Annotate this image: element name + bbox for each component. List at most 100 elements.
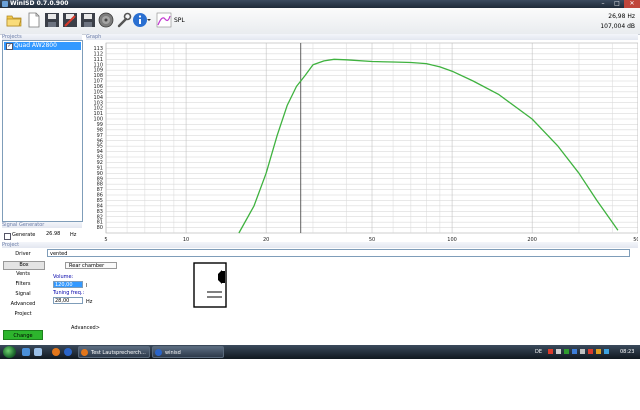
box-diagram xyxy=(193,262,227,308)
start-button[interactable] xyxy=(3,346,16,358)
projects-list: ✓ Quad AW2800 xyxy=(2,40,83,222)
y-tick-label: 107 xyxy=(93,79,103,85)
y-tick-label: 108 xyxy=(93,73,103,79)
signal-generator-header: Signal Generator xyxy=(2,222,82,228)
firefox-icon[interactable] xyxy=(52,348,60,356)
switch-windows-icon[interactable] xyxy=(34,348,42,356)
generate-checkbox[interactable] xyxy=(4,233,11,240)
y-tick-label: 83 xyxy=(97,209,103,215)
nav-signal[interactable]: Signal xyxy=(3,290,43,299)
close-button[interactable]: ✕ xyxy=(624,0,640,8)
y-tick-label: 105 xyxy=(93,89,103,95)
rear-chamber-tab[interactable]: Rear chamber xyxy=(65,262,117,269)
title-bar: WinISD 0.7.0.900 – □ ✕ xyxy=(0,0,640,8)
y-tick-label: 95 xyxy=(97,144,103,150)
save-as-icon[interactable] xyxy=(80,12,96,28)
winisd-icon xyxy=(155,349,162,356)
task-label: Test Lautsprecherch... xyxy=(91,350,146,356)
security-shield-icon[interactable] xyxy=(588,349,593,354)
y-tick-label: 89 xyxy=(97,176,103,182)
volume-unit: l xyxy=(86,283,88,289)
nav-advanced[interactable]: Advanced xyxy=(3,300,43,309)
tray-icon[interactable] xyxy=(596,349,601,354)
volume-icon[interactable] xyxy=(580,349,585,354)
project-item[interactable]: ✓ Quad AW2800 xyxy=(4,42,81,50)
clock: 08:23 xyxy=(620,349,635,355)
tuning-label: Tuning freq.: xyxy=(53,290,85,296)
y-tick-label: 104 xyxy=(93,95,103,101)
toolbar: SPL 26,98 Hz 107,004 dB xyxy=(0,8,640,35)
wrench-icon[interactable] xyxy=(116,12,132,28)
volume-label: Volume: xyxy=(53,274,74,280)
winisd-quicklaunch-icon[interactable] xyxy=(64,348,72,356)
task-winisd[interactable]: winisd xyxy=(152,346,224,358)
chevron-down-icon[interactable] xyxy=(146,12,152,28)
y-tick-label: 94 xyxy=(97,149,103,155)
project-name: Quad AW2800 xyxy=(14,42,57,49)
folder-open-icon[interactable] xyxy=(6,12,22,28)
tray-icon[interactable] xyxy=(564,349,569,354)
maximize-button[interactable]: □ xyxy=(610,0,624,8)
y-tick-label: 98 xyxy=(97,127,103,133)
y-tick-label: 110 xyxy=(93,62,103,68)
y-tick-label: 80 xyxy=(97,225,103,231)
y-tick-label: 102 xyxy=(93,106,103,112)
generate-label: Generate xyxy=(12,232,36,238)
network-icon[interactable] xyxy=(572,349,577,354)
y-tick-label: 97 xyxy=(97,133,103,139)
tray-icon[interactable] xyxy=(556,349,561,354)
y-tick-label: 92 xyxy=(97,160,103,166)
taskbar: Test Lautsprecherch... winisd DE 08:23 xyxy=(0,345,640,359)
nav-driver[interactable]: Driver xyxy=(3,250,43,259)
save-icon[interactable] xyxy=(44,12,60,28)
y-tick-label: 90 xyxy=(97,171,103,177)
language-indicator[interactable]: DE xyxy=(535,346,542,358)
box-type-select[interactable]: vented xyxy=(47,249,630,257)
y-tick-label: 109 xyxy=(93,68,103,74)
y-tick-label: 99 xyxy=(97,122,103,128)
y-tick-label: 82 xyxy=(97,214,103,220)
y-tick-label: 84 xyxy=(97,203,103,209)
y-tick-label: 96 xyxy=(97,138,103,144)
y-tick-label: 81 xyxy=(97,220,103,226)
tuning-unit: Hz xyxy=(86,299,93,305)
nav-box[interactable]: Box xyxy=(3,261,45,270)
y-tick-label: 113 xyxy=(93,46,103,52)
nav-vents[interactable]: Vents xyxy=(3,270,43,279)
signal-frequency: 26.98 xyxy=(46,231,61,237)
y-tick-label: 103 xyxy=(93,100,103,106)
advanced-link[interactable]: Advanced> xyxy=(71,325,100,331)
winisd-window: WinISD 0.7.0.900 – □ ✕ SPL 26,98 Hz 107,… xyxy=(0,0,640,345)
y-tick-label: 87 xyxy=(97,187,103,193)
y-tick-label: 91 xyxy=(97,165,103,171)
spl-graph[interactable]: 8081828384858687888990919293949596979899… xyxy=(86,40,638,245)
task-firefox[interactable]: Test Lautsprecherch... xyxy=(78,346,150,358)
tuning-input[interactable]: 28,00 xyxy=(53,297,83,304)
spl-graph-icon[interactable] xyxy=(156,12,172,28)
y-tick-label: 100 xyxy=(93,117,103,123)
y-tick-label: 86 xyxy=(97,193,103,199)
minimize-button[interactable]: – xyxy=(596,0,610,8)
volume-input[interactable]: 120,00 xyxy=(53,281,83,288)
signal-frequency-unit: Hz xyxy=(70,232,77,238)
y-tick-label: 112 xyxy=(93,51,103,57)
change-button[interactable]: Change xyxy=(3,330,43,340)
show-desktop-icon[interactable] xyxy=(22,348,30,356)
y-tick-label: 85 xyxy=(97,198,103,204)
app-icon xyxy=(2,1,8,7)
nav-filters[interactable]: Filters xyxy=(3,280,43,289)
tray-icon[interactable] xyxy=(548,349,553,354)
level-readout: 107,004 dB xyxy=(600,23,635,30)
y-tick-label: 111 xyxy=(93,57,103,63)
y-tick-label: 101 xyxy=(93,111,103,117)
save-all-icon[interactable] xyxy=(62,12,78,28)
y-tick-label: 93 xyxy=(97,155,103,161)
spl-label: SPL xyxy=(174,17,185,24)
speaker-icon[interactable] xyxy=(98,12,114,28)
tray-icon[interactable] xyxy=(604,349,609,354)
window-title: WinISD 0.7.0.900 xyxy=(10,0,69,7)
project-checkbox[interactable]: ✓ xyxy=(6,43,13,50)
new-document-icon[interactable] xyxy=(26,12,42,28)
y-tick-label: 106 xyxy=(93,84,103,90)
nav-project[interactable]: Project xyxy=(3,310,43,319)
